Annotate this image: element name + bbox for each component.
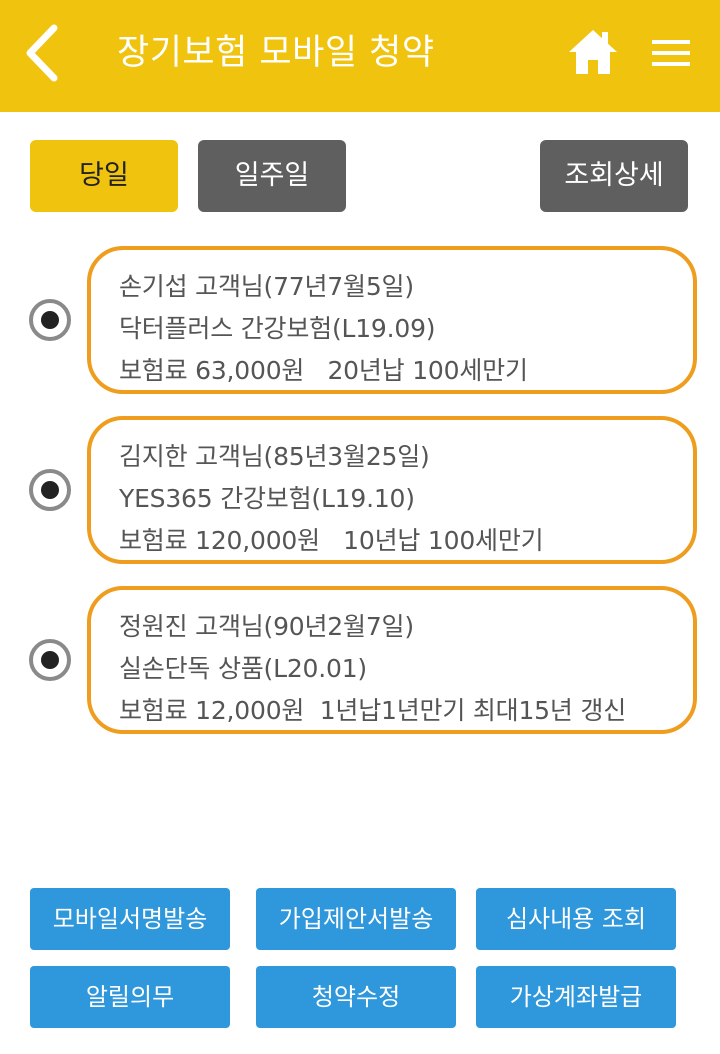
premium-terms: 보험료 63,000원 20년납 100세만기 [119,356,528,385]
virtual-account-button[interactable]: 가상계좌발급 [476,966,676,1028]
chevron-left-icon [26,24,58,82]
app-header: 장기보험 모바일 청약 [0,0,720,112]
hamburger-menu-icon [652,40,690,66]
customer-name: 김지한 고객님(85년3월25일) [119,442,430,471]
filter-today-button[interactable]: 당일 [30,140,178,212]
page-title: 장기보험 모바일 청약 [117,33,435,73]
menu-button[interactable] [648,30,694,76]
proposal-send-button[interactable]: 가입제안서발송 [256,888,456,950]
list-item[interactable]: 손기섭 고객님(77년7월5일) 닥터플러스 간강보험(L19.09) 보험료 … [87,246,697,394]
customer-name: 손기섭 고객님(77년7월5일) [119,272,414,301]
review-inquiry-button[interactable]: 심사내용 조회 [476,888,676,950]
mobile-sign-send-button[interactable]: 모바일서명발송 [30,888,230,950]
product-name: YES365 간강보험(L19.10) [119,484,415,513]
disclosure-duty-button[interactable]: 알릴의무 [30,966,230,1028]
list-item[interactable]: 김지한 고객님(85년3월25일) YES365 간강보험(L19.10) 보험… [87,416,697,564]
item-radio-2[interactable] [29,469,71,511]
product-name: 닥터플러스 간강보험(L19.09) [119,314,436,343]
product-name: 실손단독 상품(L20.01) [119,654,367,683]
premium-terms: 보험료 12,000원 1년납1년만기 최대15년 갱신 [119,696,627,725]
list-item[interactable]: 정원진 고객님(90년2월7일) 실손단독 상품(L20.01) 보험료 12,… [87,586,697,734]
back-button[interactable] [16,18,76,88]
edit-subscription-button[interactable]: 청약수정 [256,966,456,1028]
item-radio-3[interactable] [29,639,71,681]
home-icon [569,30,617,74]
home-button[interactable] [566,26,620,78]
search-detail-button[interactable]: 조회상세 [540,140,688,212]
customer-name: 정원진 고객님(90년2월7일) [119,612,414,641]
filter-week-button[interactable]: 일주일 [198,140,346,212]
premium-terms: 보험료 120,000원 10년납 100세만기 [119,526,544,555]
item-radio-1[interactable] [29,299,71,341]
